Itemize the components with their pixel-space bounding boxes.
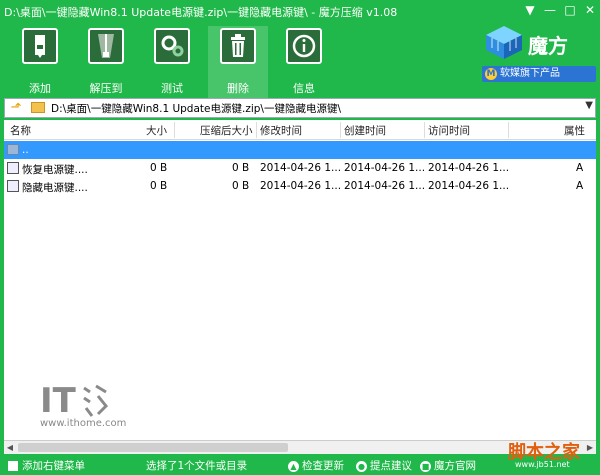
delete-button[interactable]: 删除: [208, 26, 268, 98]
column-divider[interactable]: [424, 122, 425, 138]
row-name: 恢复电源键....: [22, 164, 88, 176]
official-label: 魔方官网: [434, 460, 476, 472]
row-accessed: 2014-04-26 1...: [428, 180, 510, 192]
ithome-logo-icon: IT: [40, 381, 109, 421]
info-button[interactable]: 信息: [274, 26, 334, 98]
row-size: 0 B: [150, 162, 168, 174]
checkbox-icon[interactable]: [8, 461, 18, 471]
column-divider[interactable]: [174, 122, 175, 138]
row-size: 0 B: [150, 180, 168, 192]
scroll-left-icon[interactable]: ◀: [4, 441, 16, 454]
svg-text:IT: IT: [40, 381, 77, 418]
maximize-button[interactable]: □: [560, 2, 580, 18]
window-title: D:\桌面\一键隐藏Win8.1 Update电源键.zip\一键隐藏电源键\ …: [4, 6, 398, 19]
column-divider[interactable]: [256, 122, 257, 138]
test-gears-icon: [154, 28, 190, 64]
test-label: 测试: [161, 82, 183, 95]
extract-label: 解压到: [89, 82, 123, 95]
check-update-label: 检查更新: [302, 460, 344, 472]
table-row[interactable]: ..: [4, 141, 596, 159]
script-file-icon: [7, 162, 19, 174]
list-header: 名称 大小 压缩后大小 修改时间 创建时间 访问时间 属性: [4, 120, 596, 140]
row-name: ..: [22, 144, 29, 156]
context-menu-toggle[interactable]: 添加右键菜单: [8, 458, 85, 473]
add-button[interactable]: 添加: [10, 26, 70, 98]
row-accessed: 2014-04-26 1...: [428, 162, 510, 174]
script-file-icon: [7, 180, 19, 192]
address-path[interactable]: D:\桌面\一键隐藏Win8.1 Update电源键.zip\一键隐藏电源键\: [51, 101, 341, 116]
app-window: D:\桌面\一键隐藏Win8.1 Update电源键.zip\一键隐藏电源键\ …: [0, 0, 600, 475]
column-divider[interactable]: [340, 122, 341, 138]
row-created: 2014-04-26 1...: [344, 162, 426, 174]
brand-logo: 魔方 M 软媒旗下产品: [478, 22, 598, 82]
scroll-right-icon[interactable]: ▶: [584, 441, 596, 454]
brand-badge-text: 软媒旗下产品: [500, 68, 560, 79]
ithome-url: www.ithome.com: [40, 418, 127, 429]
up-arrow-icon[interactable]: ⬏: [7, 100, 25, 116]
info-icon: [286, 28, 322, 64]
ruanmei-logo-icon: M: [485, 68, 497, 80]
column-name[interactable]: 名称: [10, 123, 31, 138]
brand-name: 魔方: [528, 34, 568, 58]
official-site-link[interactable]: ■ 魔方官网: [420, 458, 476, 473]
extract-button[interactable]: 解压到: [76, 26, 136, 98]
cube-logo-icon: [484, 24, 524, 60]
folder-icon: [31, 102, 45, 113]
row-created: 2014-04-26 1...: [344, 180, 426, 192]
menu-dropdown-button[interactable]: ▼: [520, 2, 540, 18]
column-size[interactable]: 大小: [146, 123, 167, 138]
row-modified: 2014-04-26 1...: [260, 162, 342, 174]
chevron-down-icon[interactable]: ▼: [585, 100, 593, 111]
info-label: 信息: [293, 82, 315, 95]
table-row[interactable]: 隐藏电源键.... 0 B 0 B 2014-04-26 1... 2014-0…: [4, 177, 596, 195]
column-attributes[interactable]: 属性: [564, 123, 585, 138]
check-update-link[interactable]: ▲ 检查更新: [288, 458, 344, 473]
selection-status: 选择了1个文件或目录: [146, 460, 248, 472]
ithome-watermark: IT: [40, 378, 110, 421]
cube-icon: ■: [420, 460, 431, 472]
column-modified[interactable]: 修改时间: [260, 123, 302, 138]
context-menu-label: 添加右键菜单: [22, 460, 85, 472]
scroll-thumb[interactable]: [18, 443, 288, 452]
lightbulb-icon: ●: [356, 460, 367, 472]
row-packed: 0 B: [232, 180, 250, 192]
close-button[interactable]: ✕: [580, 2, 600, 18]
brand-badge[interactable]: M 软媒旗下产品: [482, 66, 596, 82]
table-row[interactable]: 恢复电源键.... 0 B 0 B 2014-04-26 1... 2014-0…: [4, 159, 596, 177]
column-accessed[interactable]: 访问时间: [428, 123, 470, 138]
row-attr: A: [576, 180, 584, 192]
row-attr: A: [576, 162, 584, 174]
column-divider[interactable]: [508, 122, 509, 138]
row-name: 隐藏电源键....: [22, 182, 88, 194]
test-button[interactable]: 测试: [142, 26, 202, 98]
delete-trash-icon: [220, 28, 256, 64]
column-created[interactable]: 创建时间: [344, 123, 386, 138]
column-packed[interactable]: 压缩后大小: [200, 123, 253, 138]
extract-zipper-icon: [88, 28, 124, 64]
parent-folder-icon: [7, 144, 19, 155]
delete-label: 删除: [227, 82, 249, 95]
add-label: 添加: [29, 82, 51, 95]
jb51-url: www.jb51.net: [515, 460, 570, 469]
suggest-link[interactable]: ● 提点建议: [356, 458, 412, 473]
row-modified: 2014-04-26 1...: [260, 180, 342, 192]
address-bar[interactable]: ⬏ D:\桌面\一键隐藏Win8.1 Update电源键.zip\一键隐藏电源键…: [4, 98, 596, 118]
add-archive-icon: [22, 28, 58, 64]
title-bar: D:\桌面\一键隐藏Win8.1 Update电源键.zip\一键隐藏电源键\ …: [0, 0, 600, 22]
suggest-label: 提点建议: [370, 460, 412, 472]
row-packed: 0 B: [232, 162, 250, 174]
minimize-button[interactable]: —: [540, 2, 560, 18]
arrow-up-icon: ▲: [288, 460, 299, 472]
